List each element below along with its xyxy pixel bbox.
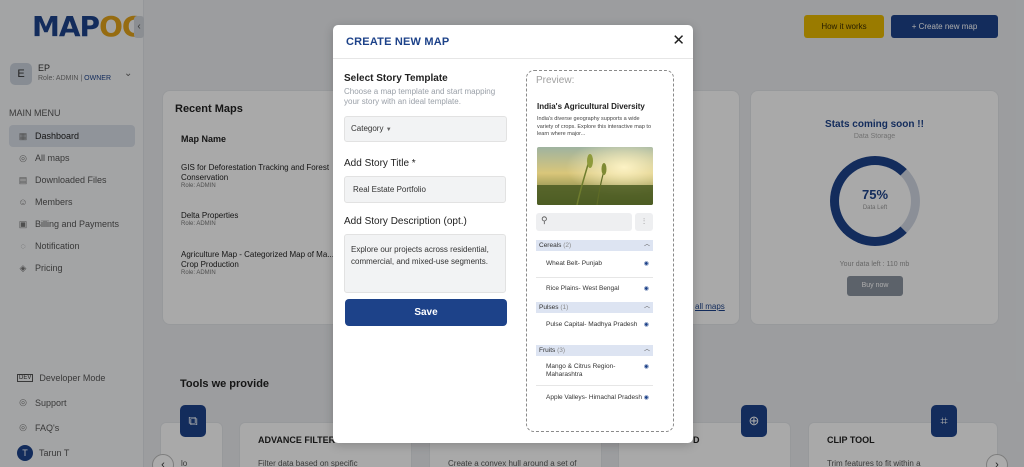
category-select-value: Category xyxy=(351,124,384,133)
group-name: Pulses xyxy=(539,304,559,311)
group-name: Fruits xyxy=(539,347,556,354)
wheat-field-image xyxy=(537,147,653,205)
search-icon: ⚲ xyxy=(541,215,548,225)
preview-search-input[interactable]: ⚲ xyxy=(536,213,632,231)
preview-label: Preview: xyxy=(536,75,575,86)
location-icon: ◉ xyxy=(643,286,649,292)
location-icon: ◉ xyxy=(643,395,649,401)
title-label: Add Story Title * xyxy=(344,158,416,169)
chevron-up-icon: ︿ xyxy=(643,242,650,248)
list-item[interactable]: Rice Plains- West Bengal ◉ xyxy=(536,285,653,293)
list-item-label: Wheat Belt- Punjab xyxy=(546,260,603,267)
list-item[interactable]: Wheat Belt- Punjab ◉ xyxy=(536,260,653,268)
list-item[interactable]: Mango & Citrus Region- Maharashtra ◉ xyxy=(536,363,653,379)
category-select[interactable]: Category ▼ xyxy=(344,116,507,142)
story-description-textarea[interactable]: Explore our projects across residential,… xyxy=(344,234,506,293)
preview-group-cereals[interactable]: Cereals (2) ︿ xyxy=(536,240,653,251)
preview-description: India's diverse geography supports a wid… xyxy=(537,116,652,137)
create-new-map-modal: CREATE NEW MAP ✕ Select Story Template C… xyxy=(333,25,693,443)
template-label: Select Story Template xyxy=(344,73,448,84)
filter-sliders-icon[interactable]: ⫶ xyxy=(635,213,653,231)
group-count: (2) xyxy=(563,242,572,249)
divider xyxy=(536,277,653,278)
location-icon: ◉ xyxy=(643,261,649,267)
location-icon: ◉ xyxy=(643,364,649,370)
template-help-text: Choose a map template and start mapping … xyxy=(344,87,496,106)
story-form: Select Story Template Choose a map templ… xyxy=(344,73,507,296)
story-title-input[interactable] xyxy=(344,176,506,203)
list-item-label: Rice Plains- West Bengal xyxy=(546,285,620,292)
preview-group-fruits[interactable]: Fruits (3) ︿ xyxy=(536,345,653,356)
preview-title: India's Agricultural Diversity xyxy=(537,102,645,111)
preview-group-pulses[interactable]: Pulses (1) ︿ xyxy=(536,302,653,313)
caret-down-icon: ▼ xyxy=(385,127,392,133)
location-icon: ◉ xyxy=(643,322,649,328)
list-item-label: Mango & Citrus Region- Maharashtra xyxy=(546,363,616,378)
list-item[interactable]: Pulse Capital- Madhya Pradesh ◉ xyxy=(536,321,653,329)
list-item[interactable]: Apple Valleys- Himachal Pradesh ◉ xyxy=(536,394,653,402)
modal-title: CREATE NEW MAP xyxy=(346,36,450,48)
group-count: (3) xyxy=(557,347,566,354)
chevron-up-icon: ︿ xyxy=(643,304,650,310)
modal-header: CREATE NEW MAP ✕ xyxy=(333,25,693,59)
list-item-label: Apple Valleys- Himachal Pradesh xyxy=(546,394,642,401)
template-preview: Preview: India's Agricultural Diversity … xyxy=(526,70,674,432)
divider xyxy=(536,385,653,386)
save-button[interactable]: Save xyxy=(345,299,507,326)
group-name: Cereals xyxy=(539,242,562,249)
chevron-up-icon: ︿ xyxy=(643,347,650,353)
group-count: (1) xyxy=(560,304,569,311)
close-icon[interactable]: ✕ xyxy=(672,31,685,49)
list-item-label: Pulse Capital- Madhya Pradesh xyxy=(546,321,638,328)
description-label: Add Story Description (opt.) xyxy=(344,216,467,227)
